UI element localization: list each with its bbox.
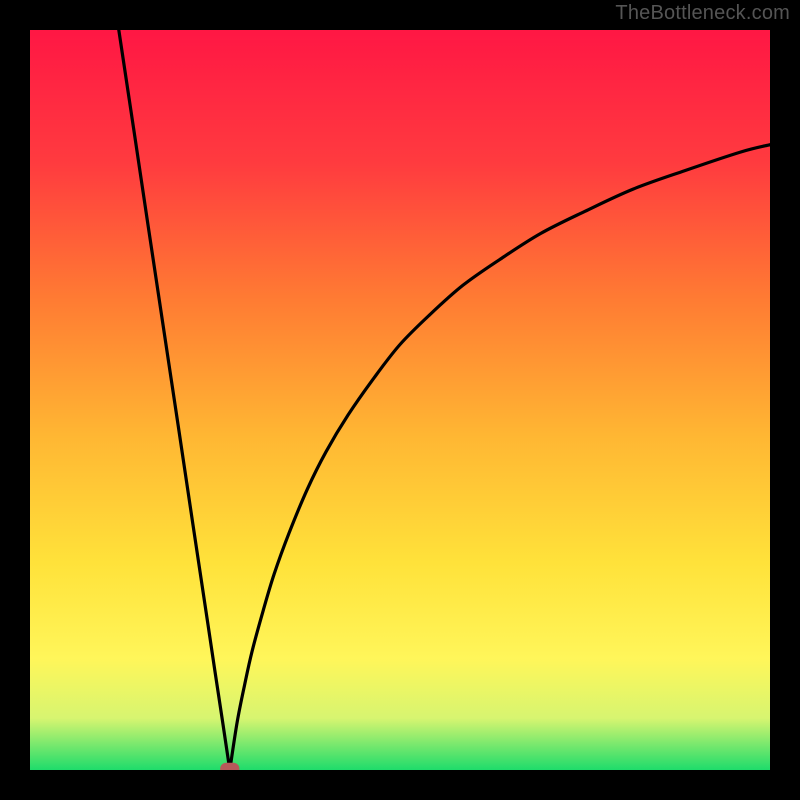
gradient-background (30, 30, 770, 770)
watermark: TheBottleneck.com (615, 2, 790, 25)
optimal-point-marker (220, 763, 239, 770)
plot-svg (30, 30, 770, 770)
plot-area (30, 30, 770, 770)
chart-frame: TheBottleneck.com (0, 0, 800, 800)
